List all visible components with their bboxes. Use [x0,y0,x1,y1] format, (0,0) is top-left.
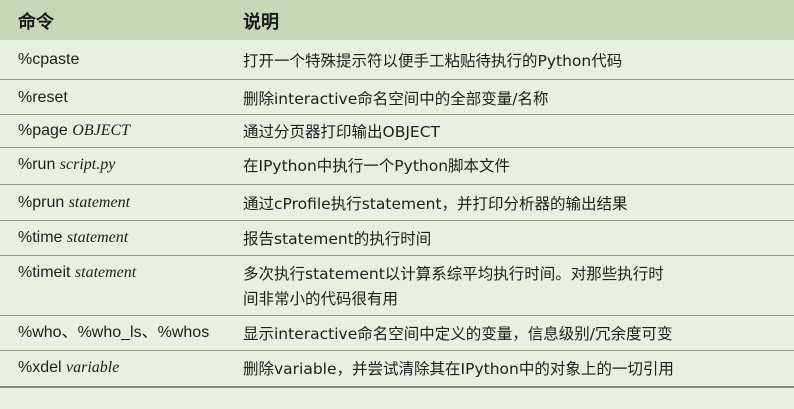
command-cell: %prun statement [18,192,130,214]
description-cell: 通过分页器打印输出OBJECT [243,120,783,145]
command-cell: %page OBJECT [18,120,130,142]
command-name: %reset [18,89,68,106]
row-divider [0,255,794,256]
description-line: 通过cProfile执行statement，并打印分析器的输出结果 [243,195,628,213]
command-arg: variable [66,359,120,376]
command-cell: %xdel variable [18,357,119,379]
description-cell: 报告statement的执行时间 [243,227,783,252]
description-line: 多次执行statement以计算系综平均执行时间。对那些执行时 [243,265,664,283]
description-line: 通过分页器打印输出OBJECT [243,123,440,141]
command-name: %page [18,122,73,139]
command-cell: %who、%who_ls、%whos [18,322,209,344]
row-divider [0,315,794,316]
description-cell: 显示interactive命名空间中定义的变量，信息级别/冗余度可变 [243,322,783,347]
command-name: %prun [18,194,69,211]
header-description: 说明 [243,12,279,33]
command-name: %run [18,156,60,173]
command-name: %cpaste [18,51,80,68]
row-divider [0,79,794,80]
command-arg: statement [68,194,131,211]
header-command: 命令 [18,12,54,33]
row-divider [0,147,794,148]
command-arg: statement [66,229,129,246]
table-header: 命令 说明 [0,0,794,40]
description-line: 删除variable，并尝试清除其在IPython中的对象上的一切引用 [243,360,674,378]
command-name: %who、%who_ls、%whos [18,324,210,341]
command-cell: %timeit statement [18,262,136,284]
description-cell: 通过cProfile执行statement，并打印分析器的输出结果 [243,192,783,217]
command-name: %timeit [18,264,75,281]
command-cell: %reset [18,87,68,109]
description-line: 间非常小的代码很有用 [243,290,399,308]
row-divider [0,114,794,115]
table-bottom-rule [0,386,794,388]
description-cell: 打开一个特殊提示符以便手工粘贴待执行的Python代码 [243,49,783,74]
description-line: 打开一个特殊提示符以便手工粘贴待执行的Python代码 [243,52,623,70]
description-line: 报告statement的执行时间 [243,230,432,248]
description-cell: 在IPython中执行一个Python脚本文件 [243,154,783,179]
command-table: 命令 说明 %cpaste 打开一个特殊提示符以便手工粘贴待执行的Python代… [0,0,794,409]
command-cell: %time statement [18,227,128,249]
command-arg: statement [74,264,137,281]
command-cell: %cpaste [18,49,79,71]
description-line: 删除interactive命名空间中的全部变量/名称 [243,90,549,108]
command-cell: %run script.py [18,154,115,176]
command-arg: OBJECT [72,122,131,139]
description-cell: 删除variable，并尝试清除其在IPython中的对象上的一切引用 [243,357,783,382]
description-line: 显示interactive命名空间中定义的变量，信息级别/冗余度可变 [243,325,673,343]
command-arg: script.py [59,156,116,173]
command-name: %xdel [18,359,67,376]
row-divider [0,350,794,351]
description-line: 在IPython中执行一个Python脚本文件 [243,157,511,175]
row-divider [0,220,794,221]
description-cell: 删除interactive命名空间中的全部变量/名称 [243,87,783,112]
row-divider [0,184,794,185]
command-name: %time [18,229,67,246]
description-cell: 多次执行statement以计算系综平均执行时间。对那些执行时 间非常小的代码很有… [243,262,783,312]
